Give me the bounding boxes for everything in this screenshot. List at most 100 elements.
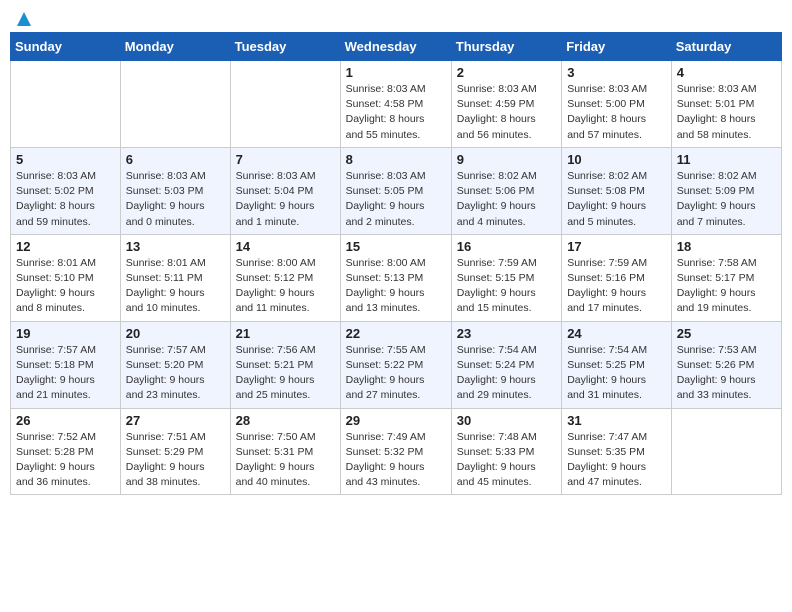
day-info: Sunrise: 8:03 AM Sunset: 5:02 PM Dayligh… xyxy=(16,169,115,230)
calendar-cell: 5 Sunrise: 8:03 AM Sunset: 5:02 PM Daylig… xyxy=(11,147,121,234)
day-info: Sunrise: 8:00 AM Sunset: 5:13 PM Dayligh… xyxy=(346,256,446,317)
calendar-cell: 12 Sunrise: 8:01 AM Sunset: 5:10 PM Dayli… xyxy=(11,234,121,321)
day-number: 5 xyxy=(16,152,115,167)
calendar-cell: 14 Sunrise: 8:00 AM Sunset: 5:12 PM Dayli… xyxy=(230,234,340,321)
day-info: Sunrise: 8:02 AM Sunset: 5:08 PM Dayligh… xyxy=(567,169,666,230)
calendar-week-5: 26 Sunrise: 7:52 AM Sunset: 5:28 PM Dayli… xyxy=(11,408,782,495)
day-info: Sunrise: 8:03 AM Sunset: 5:04 PM Dayligh… xyxy=(236,169,335,230)
calendar-cell: 28Sunrise: 7:50 AM Sunset: 5:31 PM Dayli… xyxy=(230,408,340,495)
day-info: Sunrise: 7:59 AM Sunset: 5:15 PM Dayligh… xyxy=(457,256,556,317)
logo-icon xyxy=(15,10,33,28)
calendar-cell xyxy=(230,61,340,148)
day-info: Sunrise: 8:01 AM Sunset: 5:11 PM Dayligh… xyxy=(126,256,225,317)
day-number: 14 xyxy=(236,239,335,254)
calendar-cell: 7 Sunrise: 8:03 AM Sunset: 5:04 PM Daylig… xyxy=(230,147,340,234)
day-info: Sunrise: 8:03 AM Sunset: 5:01 PM Dayligh… xyxy=(677,82,776,143)
calendar-cell: 3 Sunrise: 8:03 AM Sunset: 5:00 PM Daylig… xyxy=(562,61,672,148)
day-number: 6 xyxy=(126,152,225,167)
page-header xyxy=(10,10,782,24)
calendar-cell: 21 Sunrise: 7:56 AM Sunset: 5:21 PM Dayli… xyxy=(230,321,340,408)
weekday-header-row: SundayMondayTuesdayWednesdayThursdayFrid… xyxy=(11,33,782,61)
day-info: Sunrise: 8:02 AM Sunset: 5:09 PM Dayligh… xyxy=(677,169,776,230)
day-info: Sunrise: 7:50 AM Sunset: 5:31 PM Dayligh… xyxy=(236,430,335,491)
day-number: 29 xyxy=(346,413,446,428)
day-info: Sunrise: 8:03 AM Sunset: 4:59 PM Dayligh… xyxy=(457,82,556,143)
day-info: Sunrise: 7:57 AM Sunset: 5:20 PM Dayligh… xyxy=(126,343,225,404)
day-info: Sunrise: 8:00 AM Sunset: 5:12 PM Dayligh… xyxy=(236,256,335,317)
day-info: Sunrise: 7:52 AM Sunset: 5:28 PM Dayligh… xyxy=(16,430,115,491)
calendar-cell: 6 Sunrise: 8:03 AM Sunset: 5:03 PM Daylig… xyxy=(120,147,230,234)
weekday-header-thursday: Thursday xyxy=(451,33,561,61)
day-info: Sunrise: 7:56 AM Sunset: 5:21 PM Dayligh… xyxy=(236,343,335,404)
day-number: 31 xyxy=(567,413,666,428)
calendar-cell: 11 Sunrise: 8:02 AM Sunset: 5:09 PM Dayli… xyxy=(671,147,781,234)
day-number: 16 xyxy=(457,239,556,254)
weekday-header-saturday: Saturday xyxy=(671,33,781,61)
day-number: 27 xyxy=(126,413,225,428)
day-info: Sunrise: 7:55 AM Sunset: 5:22 PM Dayligh… xyxy=(346,343,446,404)
calendar-cell: 29 Sunrise: 7:49 AM Sunset: 5:32 PM Dayli… xyxy=(340,408,451,495)
calendar-cell: 17Sunrise: 7:59 AM Sunset: 5:16 PM Dayli… xyxy=(562,234,672,321)
calendar-week-3: 12 Sunrise: 8:01 AM Sunset: 5:10 PM Dayli… xyxy=(11,234,782,321)
logo xyxy=(14,10,34,24)
calendar-cell: 27 Sunrise: 7:51 AM Sunset: 5:29 PM Dayli… xyxy=(120,408,230,495)
day-number: 15 xyxy=(346,239,446,254)
day-number: 23 xyxy=(457,326,556,341)
day-number: 22 xyxy=(346,326,446,341)
calendar-cell xyxy=(671,408,781,495)
calendar-cell: 18 Sunrise: 7:58 AM Sunset: 5:17 PM Dayli… xyxy=(671,234,781,321)
calendar-cell: 31Sunrise: 7:47 AM Sunset: 5:35 PM Dayli… xyxy=(562,408,672,495)
calendar-cell: 24Sunrise: 7:54 AM Sunset: 5:25 PM Dayli… xyxy=(562,321,672,408)
day-info: Sunrise: 8:03 AM Sunset: 5:03 PM Dayligh… xyxy=(126,169,225,230)
weekday-header-tuesday: Tuesday xyxy=(230,33,340,61)
calendar-cell: 30Sunrise: 7:48 AM Sunset: 5:33 PM Dayli… xyxy=(451,408,561,495)
day-number: 24 xyxy=(567,326,666,341)
day-number: 12 xyxy=(16,239,115,254)
calendar-cell: 1 Sunrise: 8:03 AM Sunset: 4:58 PM Daylig… xyxy=(340,61,451,148)
day-info: Sunrise: 7:58 AM Sunset: 5:17 PM Dayligh… xyxy=(677,256,776,317)
calendar-cell: 4 Sunrise: 8:03 AM Sunset: 5:01 PM Daylig… xyxy=(671,61,781,148)
calendar-cell: 8Sunrise: 8:03 AM Sunset: 5:05 PM Daylig… xyxy=(340,147,451,234)
day-number: 3 xyxy=(567,65,666,80)
day-info: Sunrise: 7:51 AM Sunset: 5:29 PM Dayligh… xyxy=(126,430,225,491)
day-number: 9 xyxy=(457,152,556,167)
day-info: Sunrise: 8:01 AM Sunset: 5:10 PM Dayligh… xyxy=(16,256,115,317)
calendar-cell: 9 Sunrise: 8:02 AM Sunset: 5:06 PM Daylig… xyxy=(451,147,561,234)
day-info: Sunrise: 7:49 AM Sunset: 5:32 PM Dayligh… xyxy=(346,430,446,491)
day-info: Sunrise: 8:02 AM Sunset: 5:06 PM Dayligh… xyxy=(457,169,556,230)
calendar-cell: 23 Sunrise: 7:54 AM Sunset: 5:24 PM Dayli… xyxy=(451,321,561,408)
day-number: 18 xyxy=(677,239,776,254)
calendar-cell: 15 Sunrise: 8:00 AM Sunset: 5:13 PM Dayli… xyxy=(340,234,451,321)
day-number: 20 xyxy=(126,326,225,341)
day-info: Sunrise: 8:03 AM Sunset: 5:05 PM Dayligh… xyxy=(346,169,446,230)
day-number: 11 xyxy=(677,152,776,167)
day-number: 21 xyxy=(236,326,335,341)
calendar-cell: 26 Sunrise: 7:52 AM Sunset: 5:28 PM Dayli… xyxy=(11,408,121,495)
calendar-cell: 2 Sunrise: 8:03 AM Sunset: 4:59 PM Daylig… xyxy=(451,61,561,148)
day-number: 4 xyxy=(677,65,776,80)
day-number: 2 xyxy=(457,65,556,80)
calendar-cell: 16 Sunrise: 7:59 AM Sunset: 5:15 PM Dayli… xyxy=(451,234,561,321)
calendar-cell: 19Sunrise: 7:57 AM Sunset: 5:18 PM Dayli… xyxy=(11,321,121,408)
day-info: Sunrise: 7:57 AM Sunset: 5:18 PM Dayligh… xyxy=(16,343,115,404)
day-number: 30 xyxy=(457,413,556,428)
day-info: Sunrise: 7:53 AM Sunset: 5:26 PM Dayligh… xyxy=(677,343,776,404)
day-number: 13 xyxy=(126,239,225,254)
calendar-week-4: 19Sunrise: 7:57 AM Sunset: 5:18 PM Dayli… xyxy=(11,321,782,408)
calendar-cell: 22 Sunrise: 7:55 AM Sunset: 5:22 PM Dayli… xyxy=(340,321,451,408)
weekday-header-sunday: Sunday xyxy=(11,33,121,61)
day-number: 7 xyxy=(236,152,335,167)
weekday-header-wednesday: Wednesday xyxy=(340,33,451,61)
calendar-cell xyxy=(11,61,121,148)
day-number: 25 xyxy=(677,326,776,341)
calendar-table: SundayMondayTuesdayWednesdayThursdayFrid… xyxy=(10,32,782,495)
day-info: Sunrise: 7:54 AM Sunset: 5:24 PM Dayligh… xyxy=(457,343,556,404)
day-number: 26 xyxy=(16,413,115,428)
calendar-cell: 25 Sunrise: 7:53 AM Sunset: 5:26 PM Dayli… xyxy=(671,321,781,408)
day-info: Sunrise: 8:03 AM Sunset: 4:58 PM Dayligh… xyxy=(346,82,446,143)
calendar-cell: 10Sunrise: 8:02 AM Sunset: 5:08 PM Dayli… xyxy=(562,147,672,234)
calendar-cell xyxy=(120,61,230,148)
day-info: Sunrise: 8:03 AM Sunset: 5:00 PM Dayligh… xyxy=(567,82,666,143)
day-number: 17 xyxy=(567,239,666,254)
day-number: 1 xyxy=(346,65,446,80)
